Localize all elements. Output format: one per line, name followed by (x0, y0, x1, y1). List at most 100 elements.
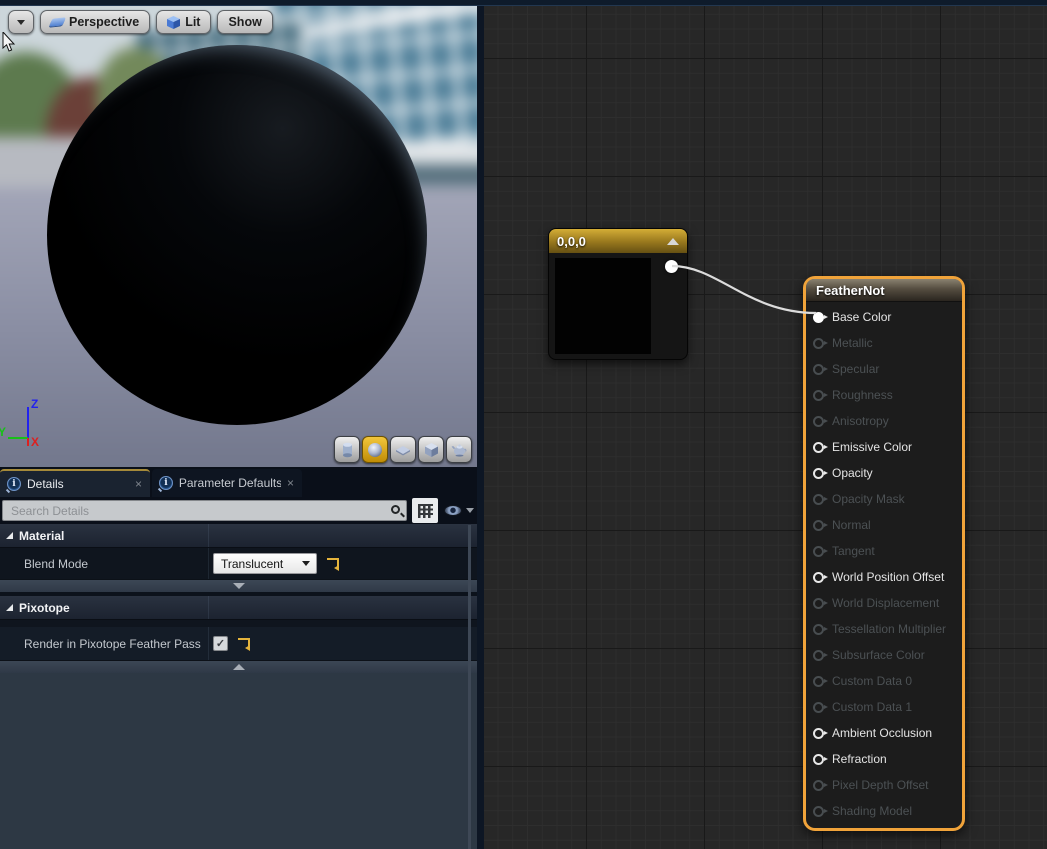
pin-circle-icon[interactable] (813, 338, 824, 349)
viewport-toolbar: Perspective Lit Show (8, 10, 273, 34)
close-icon[interactable]: × (287, 476, 294, 490)
pin-circle-icon[interactable] (813, 728, 824, 739)
pin-world-position-offset[interactable]: World Position Offset (806, 564, 962, 590)
blend-mode-label: Blend Mode (0, 557, 208, 571)
chevron-down-icon (302, 561, 310, 566)
details-search-row (0, 497, 477, 524)
pin-base-color[interactable]: Base Color (806, 304, 962, 330)
pin-circle-icon[interactable] (813, 546, 824, 557)
details-scrollbar[interactable] (468, 525, 471, 849)
pin-circle-icon[interactable] (813, 364, 824, 375)
pin-specular[interactable]: Specular (806, 356, 962, 382)
tab-parameter-defaults[interactable]: i Parameter Defaults × (152, 469, 302, 497)
axis-z-line (27, 407, 29, 438)
pin-roughness[interactable]: Roughness (806, 382, 962, 408)
pin-normal[interactable]: Normal (806, 512, 962, 538)
pin-custom-data-0[interactable]: Custom Data 0 (806, 668, 962, 694)
pin-shading-model[interactable]: Shading Model (806, 798, 962, 824)
pixotope-collapse-expander[interactable] (0, 660, 477, 673)
pin-circle-icon[interactable] (813, 312, 824, 323)
blend-mode-dropdown[interactable]: Translucent (213, 553, 317, 574)
reset-to-default-icon[interactable] (327, 558, 339, 569)
check-icon: ✓ (216, 637, 225, 650)
lit-button[interactable]: Lit (156, 10, 211, 34)
material-output-node[interactable]: FeatherNot Base ColorMetallicSpecularRou… (803, 276, 965, 831)
pin-label: World Position Offset (832, 570, 944, 584)
category-pixotope[interactable]: Pixotope (0, 596, 477, 620)
constant-node-header[interactable]: 0,0,0 (549, 229, 687, 253)
preview-mesh-buttons (334, 436, 472, 463)
pin-subsurface-color[interactable]: Subsurface Color (806, 642, 962, 668)
pin-ambient-occlusion[interactable]: Ambient Occlusion (806, 720, 962, 746)
pin-circle-icon[interactable] (813, 806, 824, 817)
pin-circle-icon[interactable] (813, 780, 824, 791)
plane-icon (395, 442, 411, 458)
output-pin[interactable] (665, 260, 678, 273)
feather-pass-checkbox[interactable]: ✓ (213, 636, 228, 651)
material-advanced-expander[interactable] (0, 579, 477, 592)
pin-circle-icon[interactable] (813, 624, 824, 635)
perspective-button[interactable]: Perspective (40, 10, 150, 34)
search-icon (391, 505, 400, 514)
perspective-icon (49, 17, 66, 26)
cube-mesh-button[interactable] (418, 436, 444, 463)
expand-up-icon (233, 664, 245, 670)
pin-tangent[interactable]: Tangent (806, 538, 962, 564)
pin-anisotropy[interactable]: Anisotropy (806, 408, 962, 434)
pin-circle-icon[interactable] (813, 754, 824, 765)
show-button[interactable]: Show (217, 10, 272, 34)
pin-circle-icon[interactable] (813, 702, 824, 713)
teapot-icon (451, 442, 468, 457)
grid-view-icon (418, 504, 433, 518)
pin-circle-icon[interactable] (813, 598, 824, 609)
sphere-mesh-button[interactable] (362, 436, 388, 463)
pin-circle-icon[interactable] (813, 676, 824, 687)
blend-mode-value: Translucent (214, 557, 283, 571)
pin-pixel-depth-offset[interactable]: Pixel Depth Offset (806, 772, 962, 798)
pin-circle-icon[interactable] (813, 442, 824, 453)
category-material[interactable]: Material (0, 524, 477, 548)
pin-emissive-color[interactable]: Emissive Color (806, 434, 962, 460)
tab-details-label: Details (27, 477, 64, 491)
property-matrix-button[interactable] (412, 498, 438, 523)
plane-mesh-button[interactable] (390, 436, 416, 463)
close-icon[interactable]: × (135, 477, 142, 491)
pin-circle-icon[interactable] (813, 650, 824, 661)
pin-custom-data-1[interactable]: Custom Data 1 (806, 694, 962, 720)
reset-to-default-icon[interactable] (238, 638, 250, 649)
sphere-icon (367, 442, 383, 458)
pin-circle-icon[interactable] (813, 572, 824, 583)
cylinder-mesh-button[interactable] (334, 436, 360, 463)
material-output-header[interactable]: FeatherNot (806, 279, 962, 302)
search-input[interactable] (3, 501, 406, 520)
pin-opacity-mask[interactable]: Opacity Mask (806, 486, 962, 512)
chevron-down-icon (17, 20, 25, 25)
view-options-button[interactable] (444, 505, 474, 516)
pin-circle-icon[interactable] (813, 416, 824, 427)
pin-metallic[interactable]: Metallic (806, 330, 962, 356)
mouse-cursor (2, 32, 17, 53)
viewport-options-button[interactable] (8, 10, 34, 34)
pin-label: Shading Model (832, 804, 912, 818)
tab-parameter-defaults-label: Parameter Defaults (179, 476, 281, 490)
pin-tessellation-multiplier[interactable]: Tessellation Multiplier (806, 616, 962, 642)
collapse-up-icon[interactable] (667, 238, 679, 245)
constant-color-node[interactable]: 0,0,0 (548, 228, 688, 360)
pin-label: Emissive Color (832, 440, 912, 454)
pin-opacity[interactable]: Opacity (806, 460, 962, 486)
pin-world-displacement[interactable]: World Displacement (806, 590, 962, 616)
expand-down-icon (233, 583, 245, 589)
teapot-mesh-button[interactable] (446, 436, 472, 463)
pin-label: Normal (832, 518, 871, 532)
pin-circle-icon[interactable] (813, 494, 824, 505)
pin-refraction[interactable]: Refraction (806, 746, 962, 772)
pin-circle-icon[interactable] (813, 390, 824, 401)
pin-circle-icon[interactable] (813, 468, 824, 479)
axis-x-label: X (31, 435, 39, 449)
pin-label: Tangent (832, 544, 875, 558)
search-box[interactable] (2, 500, 407, 521)
constant-node-preview (555, 258, 651, 354)
tab-details[interactable]: i Details × (0, 469, 150, 497)
preview-viewport[interactable]: Perspective Lit Show Z Y X (0, 6, 477, 467)
pin-circle-icon[interactable] (813, 520, 824, 531)
